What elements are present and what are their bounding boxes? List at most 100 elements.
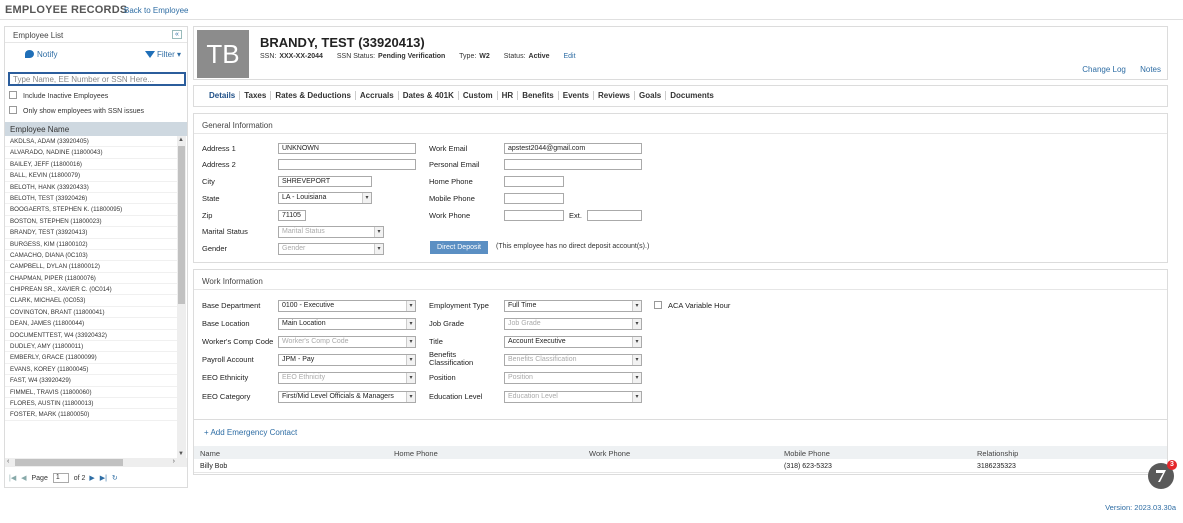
tab-taxes[interactable]: Taxes bbox=[239, 91, 270, 100]
ssn-issues-checkbox[interactable] bbox=[9, 106, 17, 114]
tab-events[interactable]: Events bbox=[557, 91, 593, 100]
scroll-right-icon[interactable]: › bbox=[173, 458, 175, 465]
state-select[interactable]: LA - Louisiana ▾ bbox=[278, 192, 372, 204]
table-row[interactable]: Billy Bob (318) 623-5323 3186235323 bbox=[194, 460, 1167, 473]
position-placeholder: Position bbox=[508, 374, 533, 381]
first-page-icon[interactable]: |◀ bbox=[9, 474, 16, 482]
scroll-down-icon[interactable]: ▼ bbox=[178, 451, 184, 457]
list-item[interactable]: ALVARADO, NADINE (11800043) bbox=[5, 147, 177, 159]
list-item[interactable]: DEAN, JAMES (11800044) bbox=[5, 318, 177, 330]
list-item[interactable]: CHAPMAN, PIPER (11800076) bbox=[5, 273, 177, 285]
list-item[interactable]: BELOTH, TEST (33920426) bbox=[5, 193, 177, 205]
list-item[interactable]: CLARK, MICHAEL (0C053) bbox=[5, 295, 177, 307]
title-select[interactable]: Account Executive ▾ bbox=[504, 336, 642, 348]
status-value: Active bbox=[528, 53, 550, 60]
last-page-icon[interactable]: ▶| bbox=[100, 474, 107, 482]
chevron-down-icon: ▾ bbox=[374, 227, 383, 237]
direct-deposit-button[interactable]: Direct Deposit bbox=[430, 241, 488, 254]
ssn-status-label: SSN Status: bbox=[336, 53, 376, 60]
mobile-phone-field[interactable] bbox=[504, 193, 564, 204]
edit-employee-link[interactable]: Edit bbox=[564, 53, 576, 60]
gender-select[interactable]: Gender ▾ bbox=[278, 243, 384, 255]
education-level-select[interactable]: Education Level ▾ bbox=[504, 391, 642, 403]
list-item[interactable]: CAMACHO, DIANA (0C103) bbox=[5, 250, 177, 262]
list-item[interactable]: BELOTH, HANK (33920433) bbox=[5, 182, 177, 193]
list-item[interactable]: BOSTON, STEPHEN (11800023) bbox=[5, 216, 177, 228]
eeo-category-select[interactable]: First/Mid Level Officials & Managers ▾ bbox=[278, 391, 416, 403]
tab-rates-deductions[interactable]: Rates & Deductions bbox=[270, 91, 355, 100]
tab-benefits[interactable]: Benefits bbox=[517, 91, 558, 100]
list-item[interactable]: FAST, W4 (33920429) bbox=[5, 375, 177, 387]
address2-field[interactable] bbox=[278, 159, 416, 170]
address1-field[interactable]: UNKNOWN bbox=[278, 143, 416, 154]
job-grade-select[interactable]: Job Grade ▾ bbox=[504, 318, 642, 330]
tab-custom[interactable]: Custom bbox=[457, 91, 497, 100]
workers-comp-select[interactable]: Worker's Comp Code ▾ bbox=[278, 336, 416, 348]
back-to-employee-link[interactable]: Back to Employee bbox=[124, 6, 188, 15]
ext-field[interactable] bbox=[587, 210, 642, 221]
list-item[interactable]: CAMPBELL, DYLAN (11800012) bbox=[5, 261, 177, 273]
ssn-issues-option[interactable]: Only show employees with SSN issues bbox=[9, 106, 144, 115]
prev-page-icon[interactable]: ◀ bbox=[21, 474, 26, 482]
list-item[interactable]: EMBERLY, GRACE (11800099) bbox=[5, 352, 177, 364]
collapse-panel-button[interactable]: « bbox=[172, 30, 182, 39]
hscroll-thumb[interactable] bbox=[15, 459, 123, 466]
filter-button[interactable]: Filter ▾ bbox=[144, 50, 181, 59]
list-item[interactable]: BURGESS, KIM (11800102) bbox=[5, 239, 177, 250]
notes-link[interactable]: Notes bbox=[1140, 65, 1161, 74]
zip-field[interactable]: 71105 bbox=[278, 210, 306, 221]
next-page-icon[interactable]: ▶ bbox=[87, 474, 94, 482]
page-number-input[interactable]: 1 bbox=[52, 473, 69, 483]
add-emergency-contact-button[interactable]: + Add Emergency Contact bbox=[204, 428, 297, 437]
marital-status-select[interactable]: Marital Status ▾ bbox=[278, 226, 384, 238]
employee-list-vertical-scrollbar[interactable]: ▲ ▼ bbox=[177, 136, 186, 458]
include-inactive-checkbox[interactable] bbox=[9, 91, 17, 99]
employment-type-select[interactable]: Full Time ▾ bbox=[504, 300, 642, 312]
notify-button[interactable]: Notify bbox=[25, 50, 57, 59]
city-field[interactable]: SHREVEPORT bbox=[278, 176, 372, 187]
home-phone-field[interactable] bbox=[504, 176, 564, 187]
list-item[interactable]: AKDLSA, ADAM (33920405) bbox=[5, 136, 177, 148]
list-item[interactable]: FIMMEL, TRAVIS (11800060) bbox=[5, 387, 177, 398]
list-item[interactable]: FLORES, AUSTIN (11800013) bbox=[5, 398, 177, 410]
list-item[interactable]: EVANS, KOREY (11800045) bbox=[5, 364, 177, 376]
eeo-ethnicity-select[interactable]: EEO Ethnicity ▾ bbox=[278, 372, 416, 384]
work-email-field[interactable]: apstest2044@gmail.com bbox=[504, 143, 642, 154]
list-item[interactable]: DUDLEY, AMY (11800011) bbox=[5, 341, 177, 353]
list-item[interactable]: CHIPREAN SR., XAVIER C. (0C014) bbox=[5, 284, 177, 296]
list-item[interactable]: BOOGAERTS, STEPHEN K. (11800095) bbox=[5, 204, 177, 216]
change-log-link[interactable]: Change Log bbox=[1082, 65, 1126, 74]
list-item[interactable]: FOSTER, MARK (11800050) bbox=[5, 409, 177, 421]
include-inactive-option[interactable]: Include Inactive Employees bbox=[9, 91, 108, 100]
employee-list-horizontal-scrollbar[interactable]: ‹ › bbox=[5, 458, 187, 467]
tab-details[interactable]: Details bbox=[204, 91, 239, 100]
personal-email-field[interactable] bbox=[504, 159, 642, 170]
scroll-up-icon[interactable]: ▲ bbox=[178, 137, 184, 143]
tab-reviews[interactable]: Reviews bbox=[592, 91, 634, 100]
list-item[interactable]: BALL, KEVIN (11800079) bbox=[5, 170, 177, 182]
list-item[interactable]: BAILEY, JEFF (11800016) bbox=[5, 159, 177, 171]
position-select[interactable]: Position ▾ bbox=[504, 372, 642, 384]
scroll-thumb[interactable] bbox=[178, 146, 185, 304]
base-department-select[interactable]: 0100 - Executive ▾ bbox=[278, 300, 416, 312]
tab-dates-401k[interactable]: Dates & 401K bbox=[397, 91, 458, 100]
refresh-icon[interactable]: ↻ bbox=[112, 474, 118, 482]
tab-goals[interactable]: Goals bbox=[634, 91, 665, 100]
employee-search-input[interactable]: Type Name, EE Number or SSN Here... bbox=[8, 72, 186, 86]
list-item[interactable]: COVINGTON, BRANT (11800041) bbox=[5, 307, 177, 319]
support-chat-button[interactable]: 3 bbox=[1148, 460, 1177, 489]
aca-variable-hour-checkbox[interactable] bbox=[654, 301, 662, 309]
tab-hr[interactable]: HR bbox=[496, 91, 518, 100]
employee-name-column-header[interactable]: Employee Name bbox=[5, 122, 187, 136]
list-item[interactable]: DOCUMENTTEST, W4 (33920432) bbox=[5, 330, 177, 342]
tab-accruals[interactable]: Accruals bbox=[354, 91, 398, 100]
education-level-placeholder: Education Level bbox=[508, 393, 558, 400]
base-location-select[interactable]: Main Location ▾ bbox=[278, 318, 416, 330]
benefits-classification-select[interactable]: Benefits Classification ▾ bbox=[504, 354, 642, 366]
list-item[interactable]: BRANDY, TEST (33920413) bbox=[5, 227, 177, 239]
payroll-account-select[interactable]: JPM - Pay ▾ bbox=[278, 354, 416, 366]
tab-documents[interactable]: Documents bbox=[665, 91, 718, 100]
scroll-left-icon[interactable]: ‹ bbox=[7, 458, 9, 465]
work-phone-field[interactable] bbox=[504, 210, 564, 221]
aca-variable-hour-option[interactable]: ACA Variable Hour bbox=[654, 301, 730, 310]
